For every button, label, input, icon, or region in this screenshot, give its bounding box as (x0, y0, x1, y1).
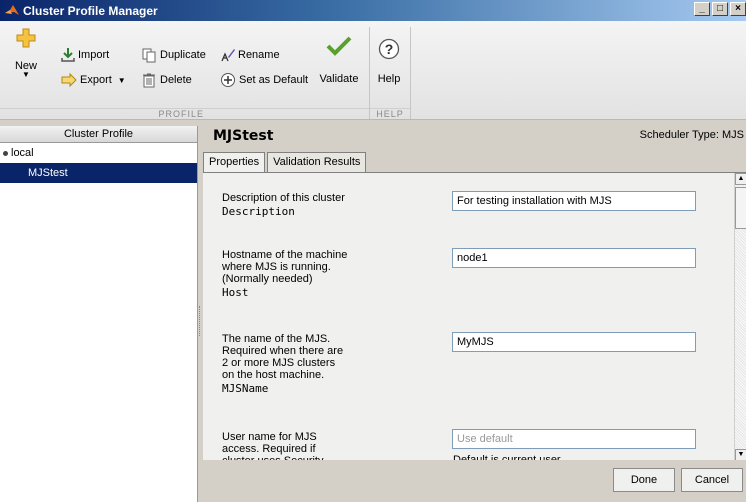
import-button[interactable]: Import (60, 47, 109, 63)
profile-item-label: MJStest (28, 167, 68, 179)
plus-icon (16, 28, 36, 48)
checkmark-icon (326, 36, 352, 56)
host-field-label: Hostname of the machine where MJS is run… (222, 249, 347, 299)
property-name: Description (222, 205, 295, 218)
trash-icon (143, 73, 155, 88)
button-bar: Done Cancel (203, 460, 746, 502)
section-label-profile: PROFILE (0, 108, 369, 120)
done-button[interactable]: Done (613, 468, 675, 492)
duplicate-icon (142, 48, 156, 63)
matlab-logo-icon (5, 4, 19, 15)
mjsname-field-label: The name of the MJS. Required when there… (222, 333, 343, 395)
profile-item-label: local (11, 147, 34, 159)
window-title: Cluster Profile Manager (23, 3, 158, 18)
delete-button[interactable]: Delete (141, 72, 192, 88)
export-icon (61, 72, 77, 88)
host-input[interactable]: node1 (452, 248, 696, 268)
property-name: MJSName (222, 382, 269, 395)
description-input[interactable]: For testing installation with MJS (452, 191, 696, 211)
field-description: where MJS is running. (222, 261, 331, 273)
delete-label: Delete (160, 74, 192, 86)
set-default-button[interactable]: Set as Default (220, 72, 308, 88)
chevron-down-icon: ▼ (117, 75, 126, 85)
section-label-help: HELP (370, 108, 410, 120)
title-bar: Cluster Profile Manager _ □ × (0, 0, 746, 21)
rename-icon (221, 49, 235, 62)
profile-list-panel: Cluster Profile local MJStest (0, 126, 198, 502)
new-button[interactable]: New ▼ (10, 27, 42, 79)
profile-item-mjstest[interactable]: MJStest (0, 163, 197, 183)
scroll-up-icon[interactable]: ▲ (735, 173, 746, 185)
default-profile-icon (3, 150, 8, 156)
properties-scrollbar[interactable]: ▲ ▼ (734, 173, 746, 461)
mjsname-input[interactable]: MyMJS (452, 332, 696, 352)
field-description: The name of the MJS. (222, 333, 331, 345)
field-description: on the host machine. (222, 369, 325, 381)
field-description: Hostname of the machine (222, 249, 348, 261)
help-icon: ? (378, 38, 400, 60)
maximize-button[interactable]: □ (712, 2, 728, 16)
toolstrip-divider (410, 27, 411, 119)
toolstrip-divider (369, 27, 370, 119)
rename-label: Rename (238, 49, 280, 61)
add-circle-icon (221, 73, 235, 87)
field-description: Required when there are (222, 345, 344, 357)
validate-label: Validate (319, 73, 359, 85)
detail-tabs: Properties Validation Results (203, 152, 368, 173)
username-input[interactable]: Use default (452, 429, 696, 449)
description-field-label: Description of this cluster Description (222, 192, 345, 218)
help-button[interactable]: ? Help (372, 38, 406, 85)
profile-title: MJStest (213, 128, 274, 144)
property-name: Host (222, 286, 249, 299)
field-description: Description of this cluster (222, 192, 345, 204)
svg-text:?: ? (385, 41, 394, 57)
rename-button[interactable]: Rename (220, 47, 280, 63)
tab-validation-results[interactable]: Validation Results (267, 152, 367, 172)
cancel-button[interactable]: Cancel (681, 468, 743, 492)
import-icon (61, 48, 75, 62)
scheduler-type: Scheduler Type: MJS (639, 129, 744, 141)
duplicate-button[interactable]: Duplicate (141, 47, 206, 63)
chevron-down-icon: ▼ (22, 70, 30, 79)
duplicate-label: Duplicate (160, 49, 206, 61)
scroll-thumb[interactable] (735, 187, 746, 229)
field-description: User name for MJS (222, 431, 317, 443)
properties-content: Description of this cluster Description … (203, 172, 746, 467)
profile-detail-panel: MJStest Scheduler Type: MJS Properties V… (203, 120, 746, 502)
export-label: Export (80, 74, 112, 86)
minimize-button[interactable]: _ (694, 2, 710, 16)
tab-properties[interactable]: Properties (203, 152, 266, 173)
set-default-label: Set as Default (239, 74, 309, 86)
toolstrip: New ▼ Import Export ▼ Duplicate Delete R… (0, 21, 746, 120)
profile-item-local[interactable]: local (0, 143, 197, 163)
field-description: access. Required if (222, 443, 316, 455)
close-button[interactable]: × (730, 2, 746, 16)
import-label: Import (78, 49, 110, 61)
profile-list-header: Cluster Profile (0, 126, 197, 143)
field-description: (Normally needed) (222, 273, 313, 285)
help-label: Help (377, 73, 401, 85)
export-button[interactable]: Export ▼ (60, 72, 126, 88)
validate-button[interactable]: Validate (316, 35, 362, 85)
field-description: 2 or more MJS clusters (222, 357, 336, 369)
